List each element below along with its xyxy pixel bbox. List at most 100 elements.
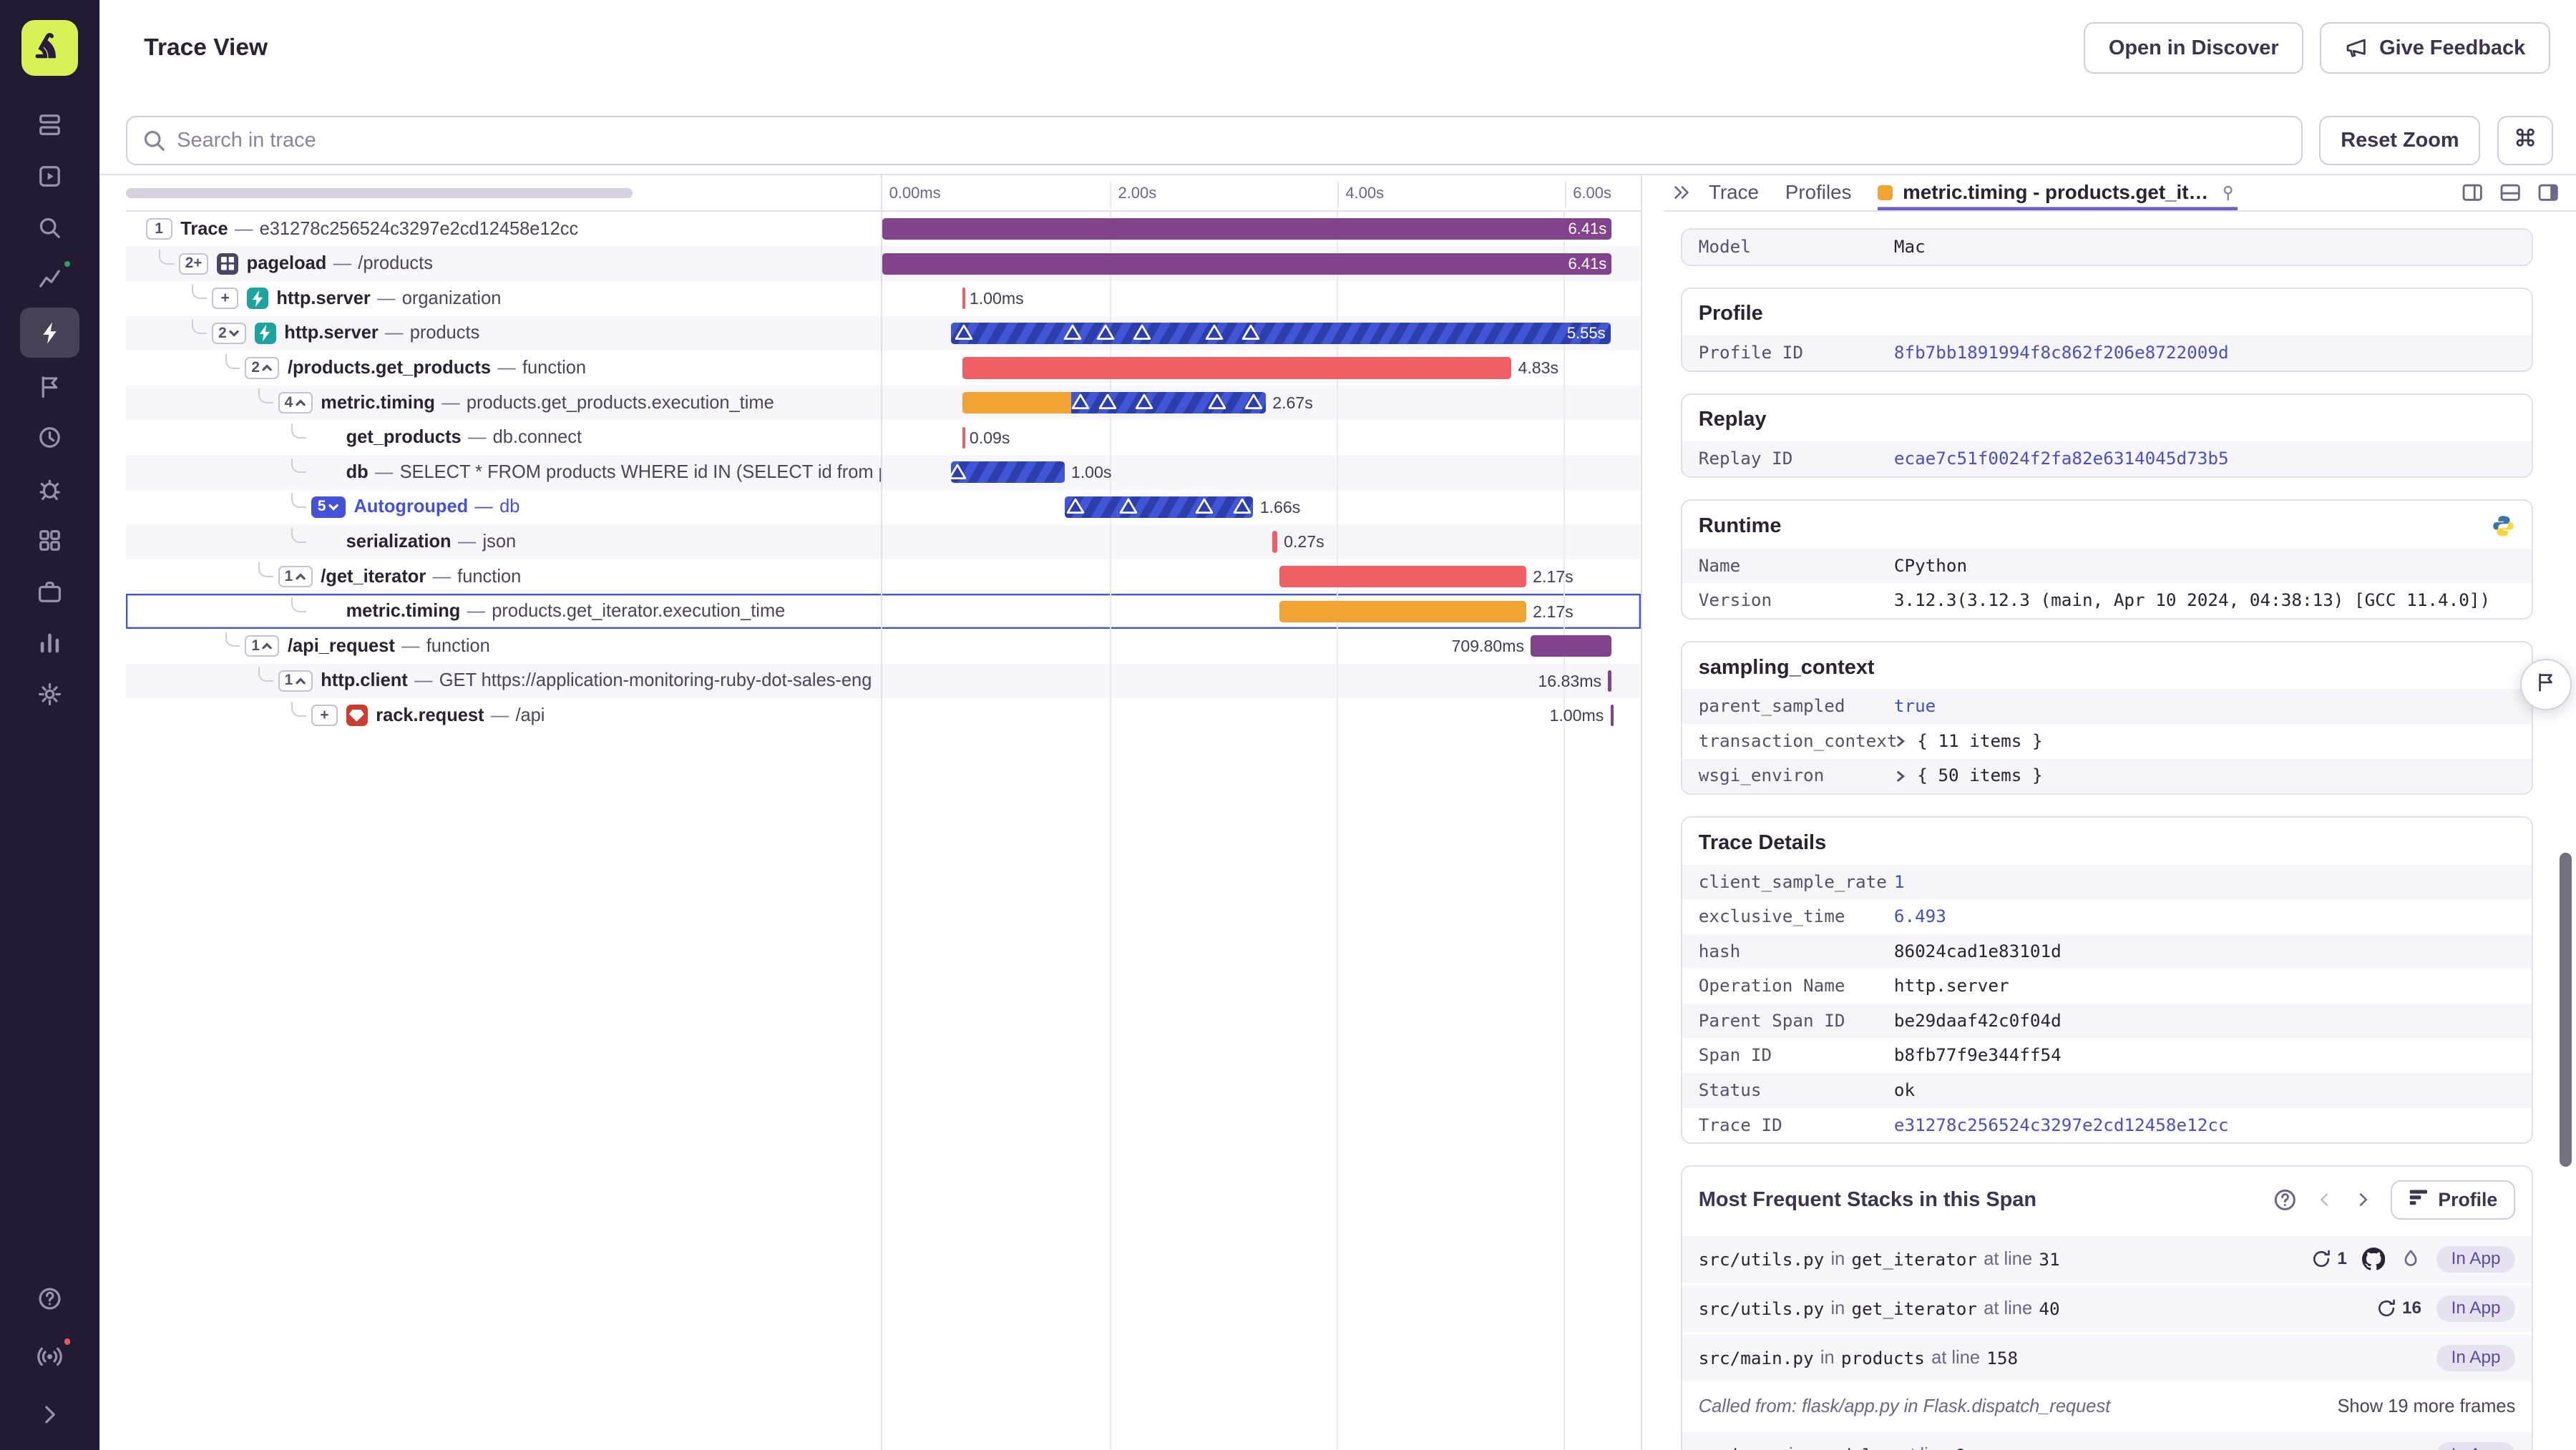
trace-row[interactable]: 2+ pageload — /products 6.41s — [125, 246, 1641, 282]
error-marker-icon[interactable] — [948, 464, 967, 480]
tab-profiles[interactable]: Profiles — [1785, 175, 1852, 210]
sidebar-item-search[interactable] — [20, 205, 79, 250]
sidebar-item-bug[interactable] — [20, 466, 79, 511]
span-count-badge[interactable]: + — [311, 705, 338, 727]
sidebar-item-projects[interactable] — [20, 154, 79, 198]
expand-icon[interactable] — [1894, 770, 1908, 783]
detail-value[interactable]: 8fb7bb1891994f8c862f206e8722009d — [1894, 341, 2229, 366]
error-marker-icon[interactable] — [1206, 324, 1224, 341]
reset-zoom-button[interactable]: Reset Zoom — [2319, 115, 2481, 166]
sidebar-item-releases[interactable] — [20, 364, 79, 408]
collapse-panel-icon[interactable] — [1671, 182, 1692, 203]
sidebar-item-components[interactable] — [20, 518, 79, 562]
span-duration-bar[interactable] — [1531, 635, 1612, 657]
stack-frame-row[interactable]: src/utils.py in get_iterator at line 31 1 In A… — [1682, 1233, 2532, 1283]
sentry-logo[interactable] — [21, 19, 78, 77]
expand-icon[interactable] — [1894, 735, 1908, 748]
trace-row[interactable]: ·serialization—json 0.27s — [125, 524, 1641, 559]
span-duration-bar[interactable] — [1279, 566, 1526, 588]
trace-row[interactable]: 5 Autogrouped — db 1.66s — [126, 489, 1641, 525]
error-marker-icon[interactable] — [1244, 393, 1263, 410]
sidebar-item-stats[interactable] — [20, 257, 79, 301]
horizontal-scrollbar[interactable] — [125, 188, 633, 199]
shortcut-button[interactable] — [2497, 115, 2554, 166]
trace-row[interactable]: 2/products.get_products — function 4.83s — [126, 351, 1641, 386]
span-count-badge[interactable]: 2 — [212, 322, 247, 344]
stack-frame-row[interactable]: src/utils.py in get_iterator at line 40 16 In … — [1682, 1282, 2532, 1332]
tab-trace[interactable]: Trace — [1709, 175, 1759, 210]
sidebar-item-trace[interactable] — [19, 308, 80, 358]
prev-stack-icon[interactable] — [2314, 1189, 2336, 1210]
trace-row[interactable]: 1 Trace — e31278c256524c3297e2cd12458e12cc 6… — [126, 211, 1641, 247]
stack-frame-row[interactable]: gunicornin<module>at line8In App — [1682, 1429, 2532, 1450]
trace-row[interactable]: 1 http.client — GET https://application-mon… — [125, 663, 1641, 699]
error-marker-icon[interactable] — [1241, 324, 1260, 341]
next-stack-icon[interactable] — [2352, 1189, 2373, 1210]
show-more-frames-link[interactable]: Show 19 more frames — [2337, 1396, 2515, 1417]
sidebar-item-help[interactable] — [20, 1276, 79, 1321]
layout-right-icon[interactable] — [2461, 181, 2484, 204]
error-marker-icon[interactable] — [955, 324, 973, 341]
trace-row[interactable]: ·db—SELECT * FROM products WHERE id IN (… — [125, 455, 1641, 490]
trace-row[interactable]: 2 http.server — products 5.55s — [125, 315, 1641, 351]
sidebar-item-dashboards[interactable] — [20, 621, 79, 665]
span-duration-bar[interactable] — [962, 288, 966, 310]
detail-value[interactable]: ecae7c51f0024f2fa82e6314045d73b5 — [1894, 446, 2229, 471]
span-count-badge[interactable]: 1 — [278, 670, 313, 692]
span-duration-bar[interactable] — [962, 426, 966, 449]
span-count-badge[interactable]: 1 — [145, 218, 172, 240]
vertical-scrollbar[interactable] — [2560, 852, 2572, 1167]
sidebar-item-briefcase[interactable] — [20, 569, 79, 614]
span-duration-bar[interactable] — [948, 461, 1065, 484]
stack-frame-row[interactable]: src/main.py in products at line 158 In App — [1682, 1331, 2532, 1381]
detail-value[interactable]: { 50 items } — [1917, 763, 2042, 788]
layout-bottom-icon[interactable] — [2499, 181, 2522, 204]
span-count-badge[interactable]: 1 — [245, 635, 280, 657]
span-count-badge[interactable]: 2+ — [178, 253, 209, 275]
error-marker-icon[interactable] — [1133, 324, 1151, 341]
span-count-badge[interactable]: 5 — [311, 496, 346, 518]
give-feedback-button[interactable]: Give Feedback — [2320, 22, 2550, 74]
error-marker-icon[interactable] — [1063, 324, 1082, 341]
error-marker-icon[interactable] — [1233, 498, 1251, 514]
span-duration-bar[interactable]: 5.55s — [950, 322, 1611, 344]
error-marker-icon[interactable] — [1097, 324, 1115, 341]
error-marker-icon[interactable] — [1071, 393, 1090, 410]
error-marker-icon[interactable] — [1208, 393, 1226, 410]
feedback-flag-button[interactable] — [2519, 658, 2572, 710]
trace-row[interactable]: 4 metric.timing — products.get_products.exe… — [125, 385, 1641, 421]
stacks-help-icon[interactable] — [2273, 1187, 2298, 1213]
span-count-badge[interactable]: 2 — [245, 357, 280, 379]
sidebar-item-broadcast[interactable] — [20, 1334, 79, 1378]
detail-value[interactable]: e31278c256524c3297e2cd12458e12cc — [1894, 1113, 2229, 1138]
span-duration-bar[interactable] — [962, 392, 1266, 414]
error-marker-icon[interactable] — [1120, 498, 1138, 514]
trace-row[interactable]: 1/api_request — function 709.80ms — [126, 628, 1641, 664]
span-count-badge[interactable]: 4 — [278, 392, 313, 414]
span-count-badge[interactable]: 1 — [278, 566, 313, 588]
sidebar-item-issues[interactable] — [20, 102, 79, 147]
pin-icon[interactable] — [2219, 184, 2237, 202]
profile-button[interactable]: Profile — [2390, 1180, 2516, 1220]
github-icon[interactable] — [2361, 1248, 2386, 1270]
error-marker-icon[interactable] — [1067, 498, 1085, 514]
span-duration-bar[interactable] — [1279, 600, 1526, 622]
sidebar-item-history[interactable] — [20, 416, 79, 460]
trace-row[interactable]: + http.server — organization 1.00ms — [126, 281, 1641, 316]
error-marker-icon[interactable] — [1098, 393, 1117, 410]
span-duration-bar[interactable] — [1272, 531, 1277, 553]
span-duration-bar[interactable] — [1064, 496, 1254, 518]
layout-split-icon[interactable] — [2537, 181, 2560, 204]
span-count-badge[interactable]: + — [212, 288, 239, 310]
trace-row[interactable]: + rack.request — /api 1.00ms — [126, 698, 1641, 733]
trace-row[interactable]: 1/get_iterator — function 2.17s — [126, 559, 1641, 594]
trace-search-input[interactable] — [125, 115, 2303, 166]
error-marker-icon[interactable] — [1195, 498, 1214, 514]
open-in-discover-button[interactable]: Open in Discover — [2084, 22, 2304, 74]
tab-metric-timing-products-g[interactable]: metric.timing - products.get_iterat… — [1878, 175, 2237, 210]
span-duration-bar[interactable] — [962, 357, 1512, 379]
span-duration-bar[interactable]: 6.41s — [882, 253, 1612, 275]
trace-row[interactable]: ·metric.timing—products.get_iterator.exe… — [125, 594, 1641, 629]
trace-row[interactable]: ·get_products—db.connect 0.09s — [126, 420, 1641, 455]
error-marker-icon[interactable] — [1135, 393, 1153, 410]
